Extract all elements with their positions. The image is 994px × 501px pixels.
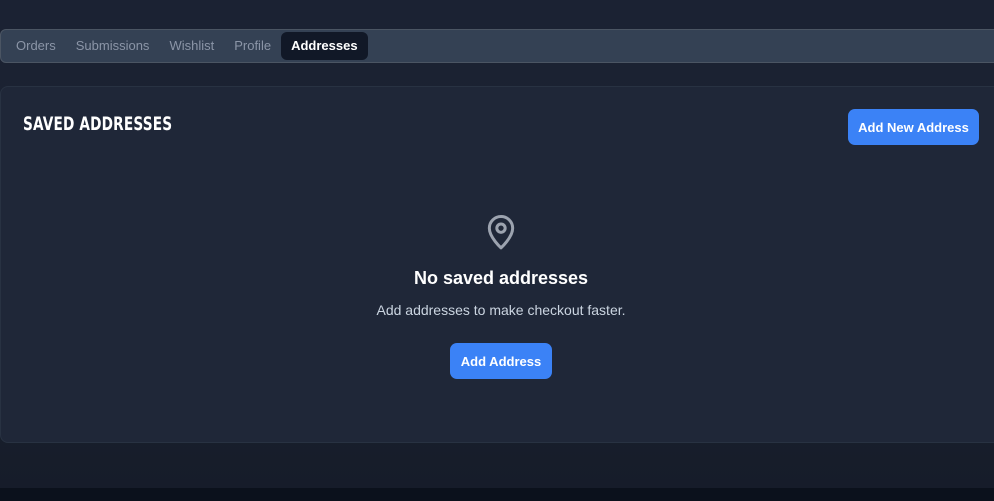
section-title: SAVED ADDRESSES (23, 113, 173, 135)
tab-profile[interactable]: Profile (224, 32, 281, 60)
tab-submissions[interactable]: Submissions (66, 32, 160, 60)
empty-state-title: No saved addresses (413, 268, 589, 288)
tab-orders[interactable]: Orders (6, 32, 66, 60)
empty-state-description: Add addresses to make checkout faster. (376, 302, 626, 318)
tab-addresses[interactable]: Addresses (281, 32, 368, 60)
footer-strip (0, 488, 994, 501)
account-tabs: Orders Submissions Wishlist Profile Addr… (0, 29, 994, 63)
saved-addresses-panel: SAVED ADDRESSES Add New Address No saved… (0, 86, 994, 443)
add-new-address-button[interactable]: Add New Address (848, 109, 979, 145)
map-pin-icon (487, 215, 515, 250)
add-address-button[interactable]: Add Address (450, 343, 552, 379)
tab-wishlist[interactable]: Wishlist (159, 32, 224, 60)
